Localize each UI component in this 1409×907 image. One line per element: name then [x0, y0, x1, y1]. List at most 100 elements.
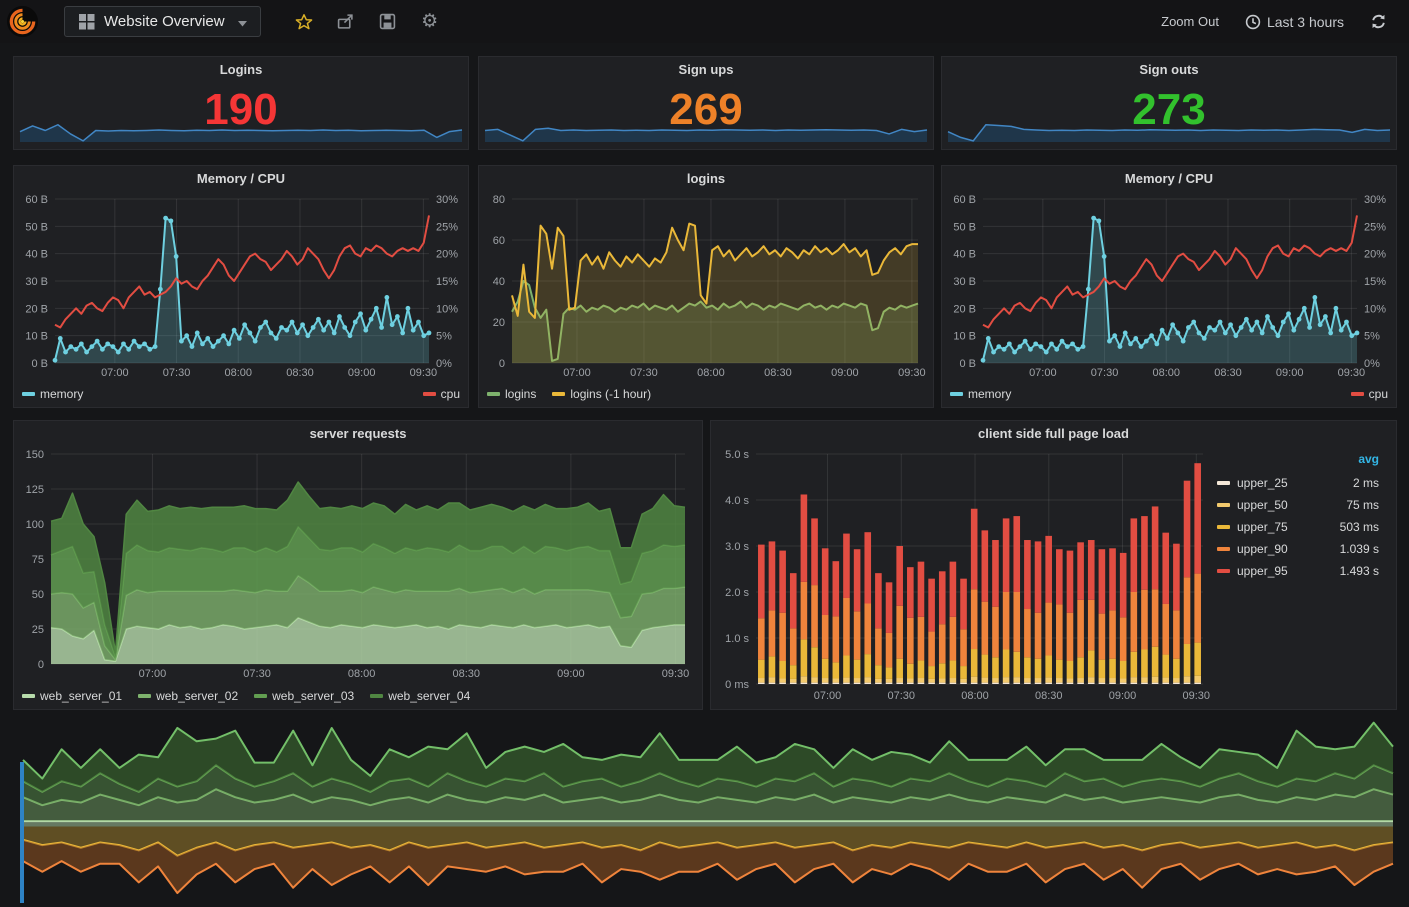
- panel-title[interactable]: Memory / CPU: [14, 166, 468, 190]
- svg-text:2.0 s: 2.0 s: [725, 587, 749, 599]
- svg-text:07:30: 07:30: [163, 367, 191, 379]
- legend-avg-header[interactable]: avg: [1211, 448, 1393, 472]
- svg-text:150: 150: [26, 449, 44, 461]
- svg-text:07:00: 07:00: [1029, 367, 1057, 379]
- refresh-button[interactable]: [1370, 13, 1387, 30]
- legend-color-swatch: [22, 694, 35, 698]
- svg-text:80: 80: [493, 194, 505, 206]
- legend-item-web_server_02[interactable]: web_server_02: [138, 689, 238, 703]
- panel-title[interactable]: Sign outs: [942, 57, 1396, 81]
- svg-text:08:30: 08:30: [1035, 690, 1063, 702]
- svg-text:125: 125: [26, 484, 44, 496]
- legend: memory cpu: [22, 384, 460, 404]
- svg-text:1.0 s: 1.0 s: [725, 633, 749, 645]
- legend-color-swatch: [423, 392, 436, 396]
- legend-item-memory[interactable]: memory: [22, 387, 83, 401]
- time-range-picker[interactable]: Last 3 hours: [1245, 14, 1344, 30]
- legend-label: upper_25: [1237, 476, 1288, 490]
- svg-text:07:30: 07:30: [243, 668, 271, 680]
- legend-avg-value: 1.493 s: [1340, 564, 1379, 578]
- legend-label: web_server_04: [388, 689, 470, 703]
- settings-button[interactable]: ⚙: [409, 0, 451, 43]
- svg-text:10%: 10%: [1364, 303, 1386, 315]
- clock-icon: [1245, 14, 1261, 30]
- svg-text:30 B: 30 B: [953, 276, 976, 288]
- share-icon: [337, 13, 354, 30]
- panel-title[interactable]: server requests: [14, 421, 702, 445]
- stream-graph[interactable]: [13, 714, 1395, 905]
- page-load-body: 07:0007:3008:0008:3009:0009:300 ms1.0 s2…: [714, 446, 1393, 706]
- svg-text:20: 20: [493, 317, 505, 329]
- panel-title[interactable]: Sign ups: [479, 57, 933, 81]
- legend-item-cpu[interactable]: cpu: [1351, 387, 1388, 401]
- save-icon: [379, 13, 396, 30]
- legend-label: cpu: [441, 387, 460, 401]
- legend: memory cpu: [950, 384, 1388, 404]
- dashboard-picker[interactable]: Website Overview: [64, 6, 261, 37]
- svg-text:08:00: 08:00: [961, 690, 989, 702]
- panel-title[interactable]: Logins: [14, 57, 468, 81]
- svg-text:4.0 s: 4.0 s: [725, 495, 749, 507]
- panel-title[interactable]: logins: [479, 166, 933, 190]
- svg-text:40 B: 40 B: [25, 249, 48, 261]
- svg-text:08:00: 08:00: [348, 668, 376, 680]
- graph-panel-memory-cpu-1: Memory / CPU 07:0007:3008:0008:3009:0009…: [13, 165, 469, 408]
- svg-text:75: 75: [32, 554, 44, 566]
- panel-title[interactable]: client side full page load: [711, 421, 1396, 445]
- zoom-out-button[interactable]: Zoom Out: [1161, 14, 1219, 29]
- legend-item-web_server_03[interactable]: web_server_03: [254, 689, 354, 703]
- legend-color-swatch: [1217, 481, 1230, 485]
- legend-item-cpu[interactable]: cpu: [423, 387, 460, 401]
- svg-text:09:00: 09:00: [831, 367, 859, 379]
- legend-label: upper_95: [1237, 564, 1288, 578]
- svg-text:09:30: 09:30: [410, 367, 438, 379]
- svg-text:20%: 20%: [436, 249, 458, 261]
- page-load-graph[interactable]: 07:0007:3008:0008:3009:0009:300 ms1.0 s2…: [714, 446, 1211, 704]
- svg-text:20 B: 20 B: [25, 303, 48, 315]
- panel-title[interactable]: Memory / CPU: [942, 166, 1396, 190]
- graph-panel-logins: logins 07:0007:3008:0008:3009:0009:30020…: [478, 165, 934, 408]
- svg-text:15%: 15%: [436, 276, 458, 288]
- svg-text:15%: 15%: [1364, 276, 1386, 288]
- svg-text:09:00: 09:00: [348, 367, 376, 379]
- legend-item-web_server_04[interactable]: web_server_04: [370, 689, 470, 703]
- star-button[interactable]: [283, 0, 325, 43]
- legend-table: avg upper_25 2 ms upper_5075 msupper_75503 …: [1211, 446, 1393, 706]
- legend-item-upper_50[interactable]: upper_5075 ms: [1211, 494, 1393, 516]
- legend-color-swatch: [1217, 547, 1230, 551]
- legend-item-logins (-1 hour)[interactable]: logins (-1 hour): [552, 387, 651, 401]
- grafana-logo[interactable]: [0, 0, 44, 43]
- stat-panel-signups: Sign ups 269: [478, 56, 934, 150]
- legend-avg-value: 2 ms: [1353, 476, 1379, 490]
- legend-label: web_server_01: [40, 689, 122, 703]
- svg-text:20%: 20%: [1364, 249, 1386, 261]
- legend-color-swatch: [1217, 569, 1230, 573]
- legend-label: memory: [968, 387, 1011, 401]
- legend-color-swatch: [1217, 525, 1230, 529]
- save-button[interactable]: [367, 0, 409, 43]
- graph-panel-page-load: client side full page load 07:0007:3008:…: [710, 420, 1397, 710]
- svg-text:50: 50: [32, 589, 44, 601]
- svg-text:25%: 25%: [436, 221, 458, 233]
- legend-item-logins[interactable]: logins: [487, 387, 536, 401]
- legend-item-upper_95[interactable]: upper_95 1.493 s: [1211, 560, 1393, 582]
- logins-graph[interactable]: 07:0007:3008:0008:3009:0009:30020406080: [482, 191, 930, 381]
- svg-text:3.0 s: 3.0 s: [725, 541, 749, 553]
- legend-item-upper_25[interactable]: upper_25 2 ms: [1211, 472, 1393, 494]
- svg-text:09:30: 09:30: [898, 367, 926, 379]
- legend-item-web_server_01[interactable]: web_server_01: [22, 689, 122, 703]
- svg-text:09:30: 09:30: [1183, 690, 1211, 702]
- signouts-sparkline: [945, 116, 1393, 146]
- legend-item-upper_90[interactable]: upper_901.039 s: [1211, 538, 1393, 560]
- share-button[interactable]: [325, 0, 367, 43]
- server-requests-graph[interactable]: 07:0007:3008:0008:3009:0009:300255075100…: [17, 446, 699, 682]
- svg-text:0 B: 0 B: [959, 358, 976, 370]
- legend-item-memory[interactable]: memory: [950, 387, 1011, 401]
- svg-text:0: 0: [38, 659, 44, 671]
- legend-color-swatch: [138, 694, 151, 698]
- memory-cpu-graph[interactable]: 07:0007:3008:0008:3009:0009:300 B10 B20 …: [945, 191, 1393, 381]
- svg-text:10 B: 10 B: [953, 331, 976, 343]
- grafana-dashboard: Website Overview: [0, 0, 1409, 907]
- memory-cpu-graph[interactable]: 07:0007:3008:0008:3009:0009:300 B10 B20 …: [17, 191, 465, 381]
- legend-item-upper_75[interactable]: upper_75503 ms: [1211, 516, 1393, 538]
